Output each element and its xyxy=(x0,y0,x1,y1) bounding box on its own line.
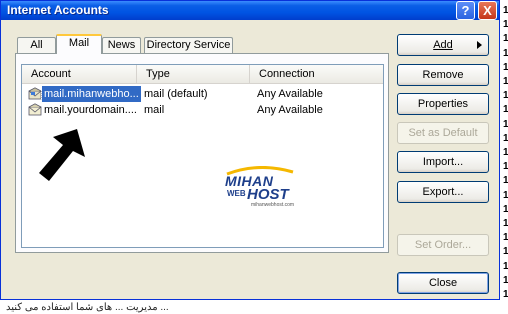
side-digit: 1 xyxy=(503,289,508,301)
list-header: Account Type Connection xyxy=(22,65,383,84)
column-header-connection[interactable]: Connection xyxy=(250,65,383,83)
remove-button[interactable]: Remove xyxy=(397,64,489,86)
side-digit: 1 xyxy=(503,189,508,201)
side-digit: 1 xyxy=(503,203,508,215)
pointer-arrow-icon xyxy=(39,129,85,181)
side-digit: 1 xyxy=(503,218,508,230)
side-digit: 1 xyxy=(503,246,508,258)
side-digit: 1 xyxy=(503,147,508,159)
column-header-account[interactable]: Account xyxy=(22,65,137,83)
close-icon[interactable]: X xyxy=(478,1,497,20)
tab-news[interactable]: News xyxy=(102,37,141,54)
set-order-button[interactable]: Set Order... xyxy=(397,234,489,256)
export-button[interactable]: Export... xyxy=(397,181,489,203)
caption-text: ... مدیریت ... های شما استفاده می کنید xyxy=(6,302,169,313)
title-bar[interactable]: Internet Accounts ? X xyxy=(1,1,499,20)
logo-text-host: HOST xyxy=(247,186,289,203)
side-digit: 1 xyxy=(503,161,508,173)
side-digit: 1 xyxy=(503,19,508,31)
account-row[interactable]: mail.yourdomain.... mail Any Available xyxy=(24,102,381,118)
close-button[interactable]: Close xyxy=(397,272,489,294)
side-digit: 1 xyxy=(503,260,508,272)
window-title: Internet Accounts xyxy=(7,3,109,17)
add-button[interactable]: Add xyxy=(397,34,489,56)
side-digit: 1 xyxy=(503,5,508,16)
account-connection: Any Available xyxy=(257,104,323,116)
account-row[interactable]: mail.mihanwebho... mail (default) Any Av… xyxy=(24,85,381,103)
side-digit: 1 xyxy=(503,90,508,102)
side-digit: 1 xyxy=(503,118,508,130)
account-connection: Any Available xyxy=(257,88,323,100)
side-digit: 1 xyxy=(503,175,508,187)
mail-account-icon xyxy=(28,103,42,116)
tab-all[interactable]: All xyxy=(17,37,56,54)
add-button-label: Add xyxy=(433,39,453,51)
side-digit: 1 xyxy=(503,232,508,244)
set-as-default-button[interactable]: Set as Default xyxy=(397,122,489,144)
properties-button[interactable]: Properties xyxy=(397,93,489,115)
tab-directory-service[interactable]: Directory Service xyxy=(144,37,233,54)
mihanwebhost-logo: MIHAN WEB HOST mihanwebhost.com xyxy=(219,166,299,214)
side-digit: 1 xyxy=(503,47,508,59)
account-name: mail.yourdomain.... xyxy=(44,104,137,116)
column-header-type[interactable]: Type xyxy=(137,65,250,83)
side-digit: 1 xyxy=(503,274,508,286)
submenu-arrow-icon xyxy=(477,41,482,49)
side-digit: 1 xyxy=(503,33,508,45)
mail-account-icon xyxy=(28,87,42,100)
internet-accounts-window: Internet Accounts ? X All Mail News Dire… xyxy=(0,0,500,300)
logo-tagline: mihanwebhost.com xyxy=(251,202,295,208)
side-digit: 1 xyxy=(503,132,508,144)
import-button[interactable]: Import... xyxy=(397,151,489,173)
account-type: mail xyxy=(144,104,165,116)
help-icon[interactable]: ? xyxy=(456,1,475,20)
side-digit: 1 xyxy=(503,61,508,73)
side-digit: 1 xyxy=(503,104,508,116)
side-digit: 1 xyxy=(503,76,508,88)
logo-text-web: WEB xyxy=(227,189,246,198)
account-type: mail (default) xyxy=(144,88,208,100)
tab-mail[interactable]: Mail xyxy=(56,34,102,54)
account-name: mail.mihanwebho... xyxy=(41,85,142,103)
side-digits-column: 1 1 1 1 1 1 1 1 1 1 1 1 1 1 1 1 1 1 1 1 … xyxy=(503,4,508,302)
